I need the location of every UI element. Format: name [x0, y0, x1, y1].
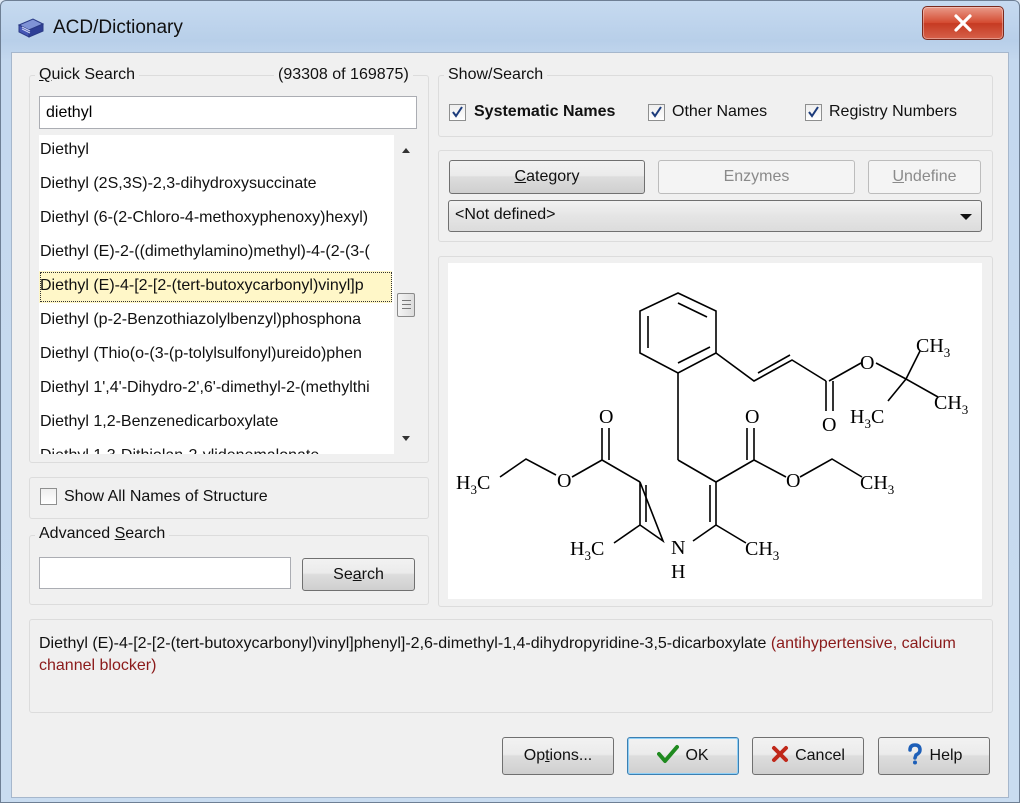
atom-o-cinnamate-ester: O: [860, 352, 874, 374]
group-ch3-ring-right: CH3: [745, 538, 779, 563]
title-bar: ACD/Dictionary: [1, 1, 1019, 53]
enzymes-button[interactable]: Enzymes: [658, 160, 855, 194]
acd-dictionary-icon: [17, 18, 45, 38]
atom-o-carbonyl-right: O: [745, 406, 759, 428]
dialog-body: Quick Search (93308 of 169875) Diethyl Di…: [11, 52, 1009, 798]
ok-button[interactable]: OK: [627, 737, 739, 775]
checkmark-icon: [651, 106, 662, 118]
checkmark-icon: [808, 106, 819, 118]
atom-o-cinnamate-carbonyl: O: [822, 414, 836, 436]
result-list-item[interactable]: Diethyl (6-(2-Chloro-4-methoxyphenoxy)he…: [39, 203, 392, 235]
advanced-search-label: Advanced Search: [35, 525, 170, 543]
undefine-button[interactable]: Undefine: [868, 160, 981, 194]
check-icon: [657, 745, 680, 764]
dictionary-window: ACD/Dictionary Quick Search (93308 of 16…: [0, 0, 1020, 803]
group-h3c-ring-left: H3C: [570, 538, 604, 563]
question-icon: [907, 743, 922, 765]
group-ch3-ethyl-right: CH3: [860, 472, 894, 497]
scroll-down-arrow[interactable]: [394, 428, 418, 450]
cancel-button[interactable]: Cancel: [752, 737, 864, 775]
advanced-search-input[interactable]: [39, 557, 291, 589]
category-select[interactable]: <Not defined>: [448, 200, 982, 232]
scroll-thumb[interactable]: [397, 293, 415, 317]
atom-o-carbonyl-left: O: [599, 406, 613, 428]
group-ch3-tbu-top: CH3: [916, 335, 950, 360]
results-scrollbar[interactable]: [394, 135, 418, 454]
group-ch3-tbu-right: CH3: [934, 392, 968, 417]
systematic-names-checkbox[interactable]: [449, 104, 466, 121]
group-h3c-ethyl-left: H3C: [456, 472, 490, 497]
atom-h-ring: H: [671, 561, 685, 583]
registry-numbers-checkbox[interactable]: [805, 104, 822, 121]
result-list-item[interactable]: Diethyl 1',4'-Dihydro-2',6'-dimethyl-2-(…: [39, 373, 392, 405]
show-all-names-checkbox[interactable]: [40, 488, 57, 505]
atom-o-ester-right: O: [786, 470, 800, 492]
show-search-label: Show/Search: [444, 66, 548, 84]
window-title: ACD/Dictionary: [53, 17, 183, 38]
systematic-names-label: Systematic Names: [474, 103, 616, 120]
close-icon: [954, 14, 972, 32]
result-list-item[interactable]: Diethyl (2S,3S)-2,3-dihydroxysuccinate: [39, 169, 392, 201]
checkmark-icon: [452, 106, 463, 118]
help-button[interactable]: Help: [878, 737, 990, 775]
quick-search-label: Quick Search: [35, 66, 140, 84]
result-list-item[interactable]: Diethyl (E)-2-((dimethylamino)methyl)-4-…: [39, 237, 392, 269]
category-button[interactable]: Category: [449, 160, 645, 194]
compound-description: Diethyl (E)-4-[2-[2-(tert-butoxycarbonyl…: [39, 633, 984, 677]
other-names-checkbox[interactable]: [648, 104, 665, 121]
scroll-up-arrow[interactable]: [394, 139, 418, 161]
compound-name: Diethyl (E)-4-[2-[2-(tert-butoxycarbonyl…: [39, 635, 771, 652]
results-list[interactable]: Diethyl Diethyl (2S,3S)-2,3-dihydroxysucc…: [39, 135, 418, 454]
chemical-structure-diagram: O O O O O O N H H3C CH3 H3C CH3 CH3 CH3 …: [456, 292, 968, 583]
result-count: (93308 of 169875): [274, 66, 413, 84]
quick-search-input[interactable]: [39, 96, 417, 129]
close-button[interactable]: [922, 6, 1004, 40]
chevron-down-icon: [960, 214, 972, 220]
result-list-item[interactable]: Diethyl 1,3-Dithiolan-2-ylidenemalonate: [39, 441, 392, 454]
result-list-item[interactable]: Diethyl (E)-4-[2-[2-(tert-butoxycarbonyl…: [39, 271, 392, 303]
result-list-item[interactable]: Diethyl 1,2-Benzenedicarboxylate: [39, 407, 392, 439]
structure-view: O O O O O O N H H3C CH3 H3C CH3 CH3 CH3 …: [448, 263, 982, 599]
cross-icon: [772, 746, 789, 763]
result-list-item[interactable]: Diethyl (p-2-Benzothiazolylbenzyl)phosph…: [39, 305, 392, 337]
result-list-item[interactable]: Diethyl: [39, 135, 392, 167]
atom-o-ester-left: O: [557, 470, 571, 492]
atom-n-ring: N: [671, 537, 685, 559]
show-all-names-label: Show All Names of Structure: [64, 488, 268, 505]
result-list-item[interactable]: Diethyl (Thio(o-(3-(p-tolylsulfonyl)urei…: [39, 339, 392, 371]
category-select-value: <Not defined>: [455, 206, 556, 223]
registry-numbers-label: Registry Numbers: [829, 103, 958, 120]
search-button[interactable]: Search: [302, 558, 415, 591]
other-names-label: Other Names: [672, 103, 768, 120]
options-button[interactable]: Options...: [502, 737, 614, 775]
group-h3c-tbu: H3C: [850, 406, 884, 431]
